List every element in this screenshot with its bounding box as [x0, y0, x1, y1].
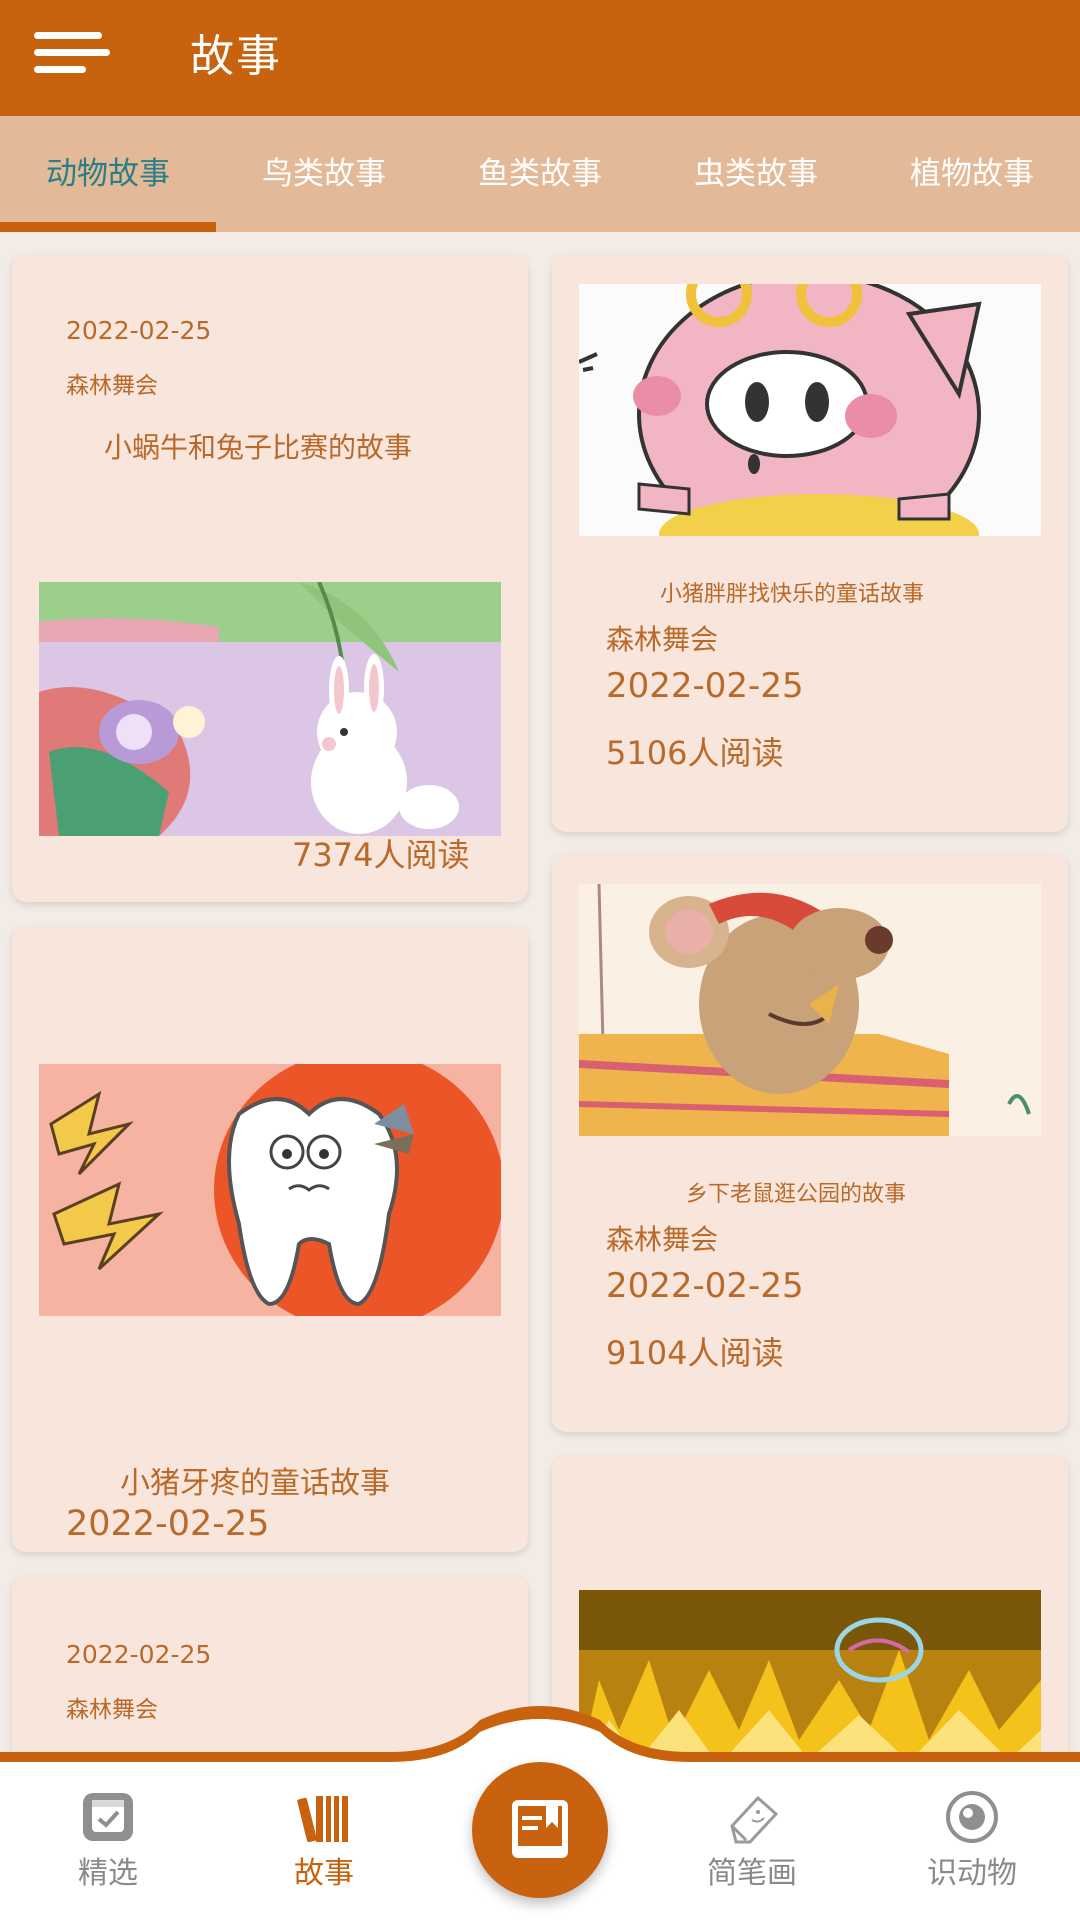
- story-date: 2022-02-25: [606, 666, 804, 706]
- tab-animal-stories[interactable]: 动物故事: [0, 116, 216, 232]
- tab-bird-stories[interactable]: 鸟类故事: [216, 116, 432, 232]
- story-date: 2022-02-25: [66, 1640, 212, 1669]
- books-icon: [297, 1796, 348, 1843]
- nav-identify-animals[interactable]: 识动物: [872, 1790, 1072, 1910]
- story-author: 森林舞会: [606, 1223, 719, 1256]
- story-date: 2022-02-25: [606, 1266, 804, 1306]
- eraser-icon: [730, 1795, 779, 1844]
- nav-label: 识动物: [927, 1856, 1017, 1891]
- story-date: 2022-02-25: [66, 316, 212, 345]
- story-title: 乡下老鼠逛公园的故事: [686, 1182, 907, 1207]
- story-read-count: 7374人阅读: [292, 836, 470, 874]
- app-bar: 故事: [0, 0, 1080, 116]
- story-thumbnail: [39, 582, 501, 836]
- calendar-check-icon: [83, 1793, 133, 1841]
- page-title: 故事: [190, 31, 282, 82]
- story-card[interactable]: 小猪胖胖找快乐的童话故事 森林舞会 2022-02-25 5106人阅读: [552, 254, 1068, 832]
- tab-fish-stories[interactable]: 鱼类故事: [432, 116, 648, 232]
- nav-label: 简笔画: [707, 1856, 797, 1891]
- center-action-button[interactable]: [472, 1762, 608, 1898]
- category-tabs: 动物故事 鸟类故事 鱼类故事 虫类故事 植物故事: [0, 116, 1080, 232]
- story-read-count: 9104人阅读: [606, 1334, 784, 1372]
- story-card[interactable]: 小猪牙疼的童话故事 2022-02-25: [12, 926, 528, 1552]
- nav-label: 精选: [78, 1856, 138, 1891]
- story-author: 森林舞会: [606, 623, 719, 656]
- story-author: 森林舞会: [66, 373, 158, 399]
- nav-featured[interactable]: 精选: [8, 1790, 208, 1910]
- open-book-icon: [512, 1800, 568, 1858]
- story-title: 小蜗牛和兔子比赛的故事: [104, 431, 413, 464]
- nav-sketch[interactable]: 简笔画: [652, 1790, 852, 1910]
- story-title: 小猪牙疼的童话故事: [120, 1466, 390, 1501]
- story-title: 小猪胖胖找快乐的童话故事: [660, 582, 925, 607]
- story-feed[interactable]: 2022-02-25 森林舞会 小蜗牛和兔子比赛的故事 7374人阅读 小猪胖胖…: [0, 232, 1080, 1760]
- story-card[interactable]: 2022-02-25 森林舞会 小蜗牛和兔子比赛的故事 7374人阅读: [12, 254, 528, 902]
- story-thumbnail: [579, 884, 1041, 1136]
- story-read-count: 5106人阅读: [606, 734, 784, 772]
- nav-label: 故事: [294, 1856, 354, 1891]
- story-date: 2022-02-25: [66, 1504, 270, 1544]
- menu-icon[interactable]: [34, 28, 114, 78]
- eye-icon: [946, 1791, 998, 1843]
- story-card[interactable]: 乡下老鼠逛公园的故事 森林舞会 2022-02-25 9104人阅读: [552, 854, 1068, 1432]
- nav-stories[interactable]: 故事: [224, 1790, 424, 1910]
- story-thumbnail: [579, 284, 1041, 536]
- tab-plant-stories[interactable]: 植物故事: [864, 116, 1080, 232]
- story-thumbnail: [39, 1064, 501, 1316]
- tab-insect-stories[interactable]: 虫类故事: [648, 116, 864, 232]
